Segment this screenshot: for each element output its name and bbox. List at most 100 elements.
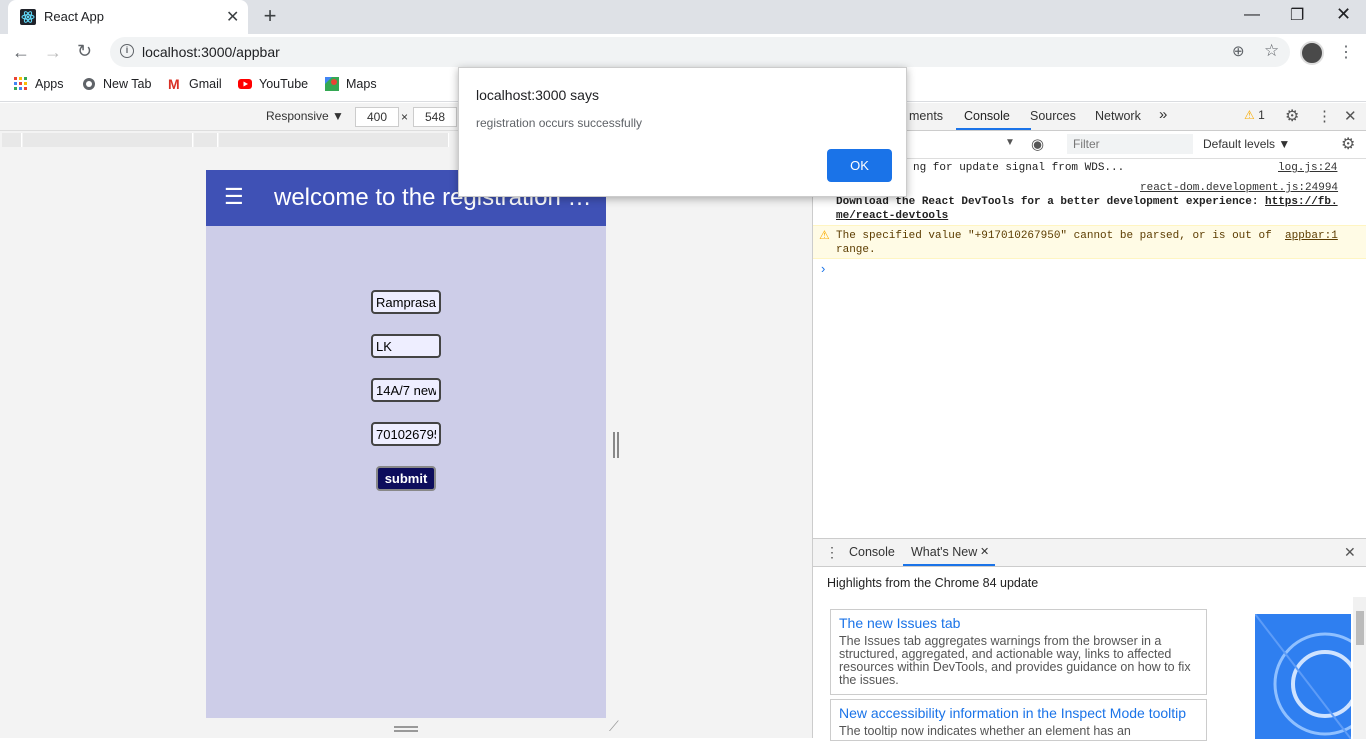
console-warning-row: ⚠ The specified value "+917010267950" ca… [813, 225, 1366, 259]
reload-icon[interactable]: ↻ [77, 41, 92, 62]
bookmark-label: Gmail [189, 77, 222, 91]
console-source-link[interactable]: react-dom.development.js:24994 [1140, 182, 1338, 194]
bookmark-label: New Tab [103, 77, 152, 91]
whats-new-card[interactable]: The new Issues tab The Issues tab aggreg… [830, 609, 1207, 695]
app-viewport: ☰ welcome to the registration page submi… [206, 170, 606, 718]
console-link[interactable]: https://fb. [1265, 196, 1338, 208]
restore-icon[interactable]: ❐ [1290, 5, 1304, 25]
devtools-panel: ments Console Sources Network » ⚠ 1 ⚙ ⋮ … [812, 103, 1366, 741]
warning-counter[interactable]: ⚠ 1 [1244, 108, 1265, 122]
globe-icon [83, 78, 95, 90]
console-settings-icon[interactable]: ⚙ [1341, 134, 1355, 154]
back-icon[interactable]: ← [12, 42, 30, 63]
zoom-icon[interactable]: ⊕ [1232, 42, 1245, 60]
tab-network[interactable]: Network [1095, 109, 1141, 123]
close-tab-icon[interactable]: ✕ [226, 7, 239, 27]
dimension-separator: × [401, 110, 409, 124]
url-text: localhost:3000/appbar [142, 44, 280, 60]
tab-console[interactable]: Console [964, 109, 1010, 123]
phone-field[interactable] [371, 422, 441, 446]
console-source-link[interactable]: log.js:24 [1278, 162, 1337, 174]
tab-strip: React App ✕ + — ❐ ✕ [0, 0, 1366, 34]
bookmark-label: YouTube [259, 77, 309, 91]
active-drawer-tab-indicator [903, 564, 995, 566]
youtube-icon [238, 79, 252, 89]
close-devtools-icon[interactable]: ✕ [1344, 107, 1357, 125]
warning-icon: ⚠ [819, 228, 830, 242]
bookmark-new-tab[interactable]: New Tab [82, 77, 151, 91]
maps-icon [325, 77, 339, 91]
drawer-menu-icon[interactable]: ⋮ [825, 544, 839, 561]
site-info-icon[interactable]: i [120, 44, 134, 58]
close-drawer-icon[interactable]: ✕ [1344, 544, 1356, 561]
hamburger-menu-icon[interactable]: ☰ [224, 184, 244, 210]
active-tab-indicator [956, 128, 1031, 130]
warning-message: range. [836, 244, 876, 256]
card-title[interactable]: New accessibility information in the Ins… [839, 705, 1198, 721]
address-field[interactable] [371, 378, 441, 402]
whats-new-card[interactable]: New accessibility information in the Ins… [830, 699, 1207, 741]
log-levels-select[interactable]: Default levels ▼ [1203, 137, 1290, 151]
eye-icon[interactable]: ◉ [1031, 135, 1044, 153]
console-prompt-icon[interactable]: › [821, 261, 825, 276]
warning-count: 1 [1258, 108, 1265, 122]
context-dropdown-icon[interactable]: ▼ [1005, 137, 1015, 148]
device-mode-select[interactable]: Responsive ▼ [266, 109, 344, 123]
close-window-icon[interactable]: ✕ [1336, 4, 1351, 25]
devtools-drawer: ⋮ Console What's New ✕ ✕ Highlights from… [813, 538, 1366, 741]
console-source-link[interactable]: appbar:1 [1285, 230, 1338, 242]
browser-menu-icon[interactable]: ⋮ [1338, 42, 1354, 62]
bookmark-apps[interactable]: Apps [14, 77, 64, 91]
artwork-circles-icon [1255, 614, 1351, 739]
console-link[interactable]: me/react-devtools [836, 210, 948, 222]
bookmark-star-icon[interactable]: ☆ [1264, 41, 1279, 61]
warning-icon: ⚠ [1244, 108, 1255, 122]
bookmark-youtube[interactable]: YouTube [238, 77, 308, 91]
last-name-field[interactable] [371, 334, 441, 358]
apps-grid-icon [14, 77, 27, 90]
ok-button[interactable]: OK [827, 149, 892, 182]
drawer-scrollbar[interactable] [1353, 597, 1366, 739]
viewport-bottom-resize-handle[interactable] [394, 726, 418, 732]
card-title[interactable]: The new Issues tab [839, 615, 1198, 631]
submit-button[interactable]: submit [376, 466, 436, 491]
close-drawer-tab-icon[interactable]: ✕ [980, 545, 989, 558]
viewport-height-input[interactable]: 548 [413, 107, 457, 127]
profile-avatar[interactable] [1300, 41, 1324, 65]
tab-elements[interactable]: ments [909, 109, 943, 123]
whats-new-heading: Highlights from the Chrome 84 update [827, 576, 1039, 590]
warning-message: The specified value "+917010267950" cann… [836, 230, 1272, 242]
gmail-icon: M [168, 76, 180, 92]
tab-sources[interactable]: Sources [1030, 109, 1076, 123]
corner-resize-icon[interactable]: ⟋ [609, 718, 619, 735]
react-icon [20, 9, 36, 25]
new-tab-button[interactable]: + [256, 5, 284, 29]
console-filter-input[interactable]: Filter [1067, 134, 1193, 154]
chrome-update-artwork [1255, 614, 1351, 739]
bookmark-maps[interactable]: Maps [325, 77, 377, 91]
drawer-tab-whats-new[interactable]: What's New [911, 545, 977, 559]
card-body: The Issues tab aggregates warnings from … [839, 634, 1191, 687]
viewport-width-input[interactable]: 400 [355, 107, 399, 127]
tab-title: React App [44, 9, 104, 24]
bookmark-label: Maps [346, 77, 377, 91]
viewport-resize-handle[interactable] [613, 432, 619, 458]
browser-tab[interactable]: React App ✕ [8, 0, 248, 34]
forward-icon[interactable]: → [44, 42, 62, 63]
bookmark-label: Apps [35, 77, 64, 91]
dialog-message: registration occurs successfully [476, 116, 643, 130]
dialog-title: localhost:3000 says [476, 87, 599, 103]
console-message: Download the React DevTools for a better… [836, 196, 1259, 208]
settings-gear-icon[interactable]: ⚙ [1285, 106, 1299, 126]
address-bar[interactable]: i localhost:3000/appbar ⊕ ☆ [110, 37, 1290, 67]
more-tabs-icon[interactable]: » [1159, 106, 1167, 123]
drawer-tab-console[interactable]: Console [849, 545, 895, 559]
card-body: The tooltip now indicates whether an ele… [839, 724, 1131, 738]
name-field[interactable] [371, 290, 441, 314]
minimize-icon[interactable]: — [1244, 6, 1260, 24]
devtools-menu-icon[interactable]: ⋮ [1317, 107, 1332, 125]
scrollbar-thumb[interactable] [1356, 611, 1364, 645]
bookmark-gmail[interactable]: M Gmail [168, 77, 222, 91]
alert-dialog: localhost:3000 says registration occurs … [458, 67, 907, 197]
console-message: ng for update signal from WDS... [913, 162, 1125, 174]
